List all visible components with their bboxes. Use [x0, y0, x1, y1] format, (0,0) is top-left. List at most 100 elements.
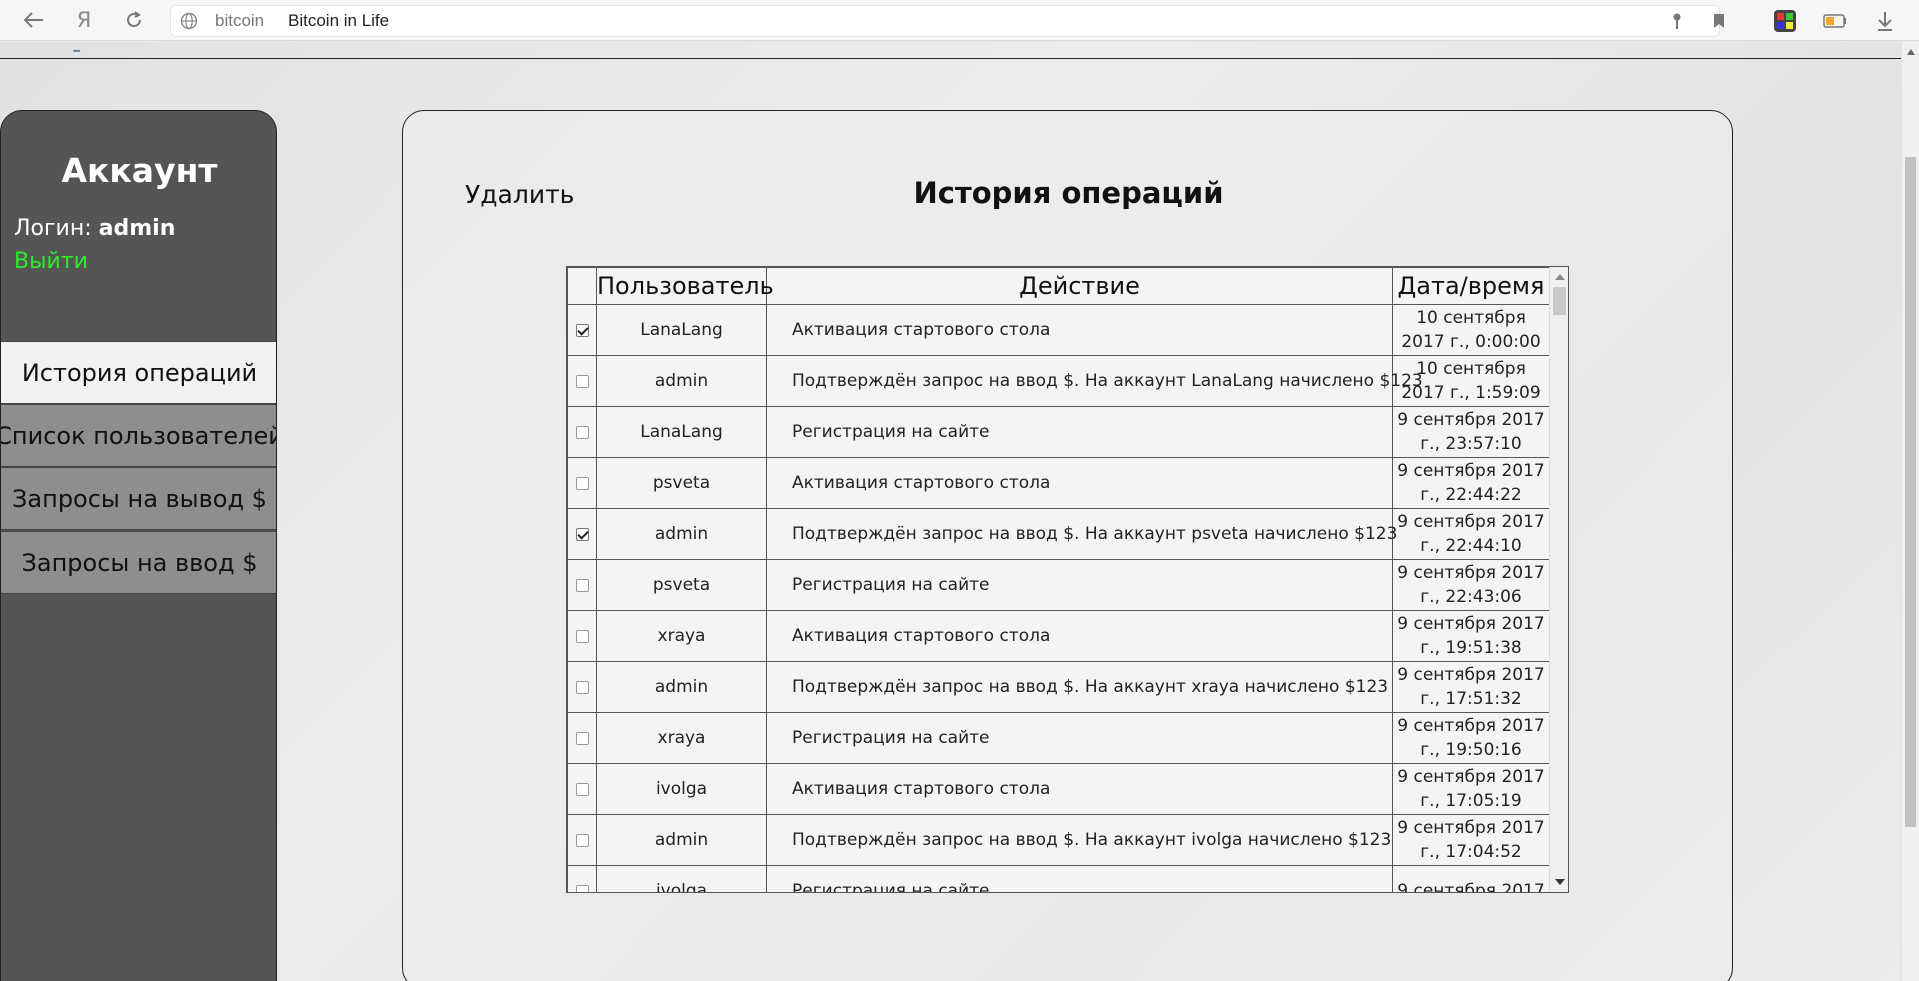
delete-button[interactable]: Удалить	[465, 180, 574, 209]
row-checkbox[interactable]	[575, 884, 589, 892]
row-action: Регистрация на сайте	[766, 712, 1393, 764]
back-arrow-icon[interactable]	[20, 6, 48, 34]
row-checkbox-cell[interactable]	[567, 457, 597, 509]
row-action: Регистрация на сайте	[766, 865, 1393, 892]
row-checkbox-cell[interactable]	[567, 763, 597, 815]
row-datetime: 9 сентября 2017 г., 22:44:10	[1392, 508, 1550, 560]
row-checkbox[interactable]	[575, 527, 589, 541]
row-user: ivolga	[596, 865, 767, 892]
key-icon[interactable]	[1668, 12, 1686, 30]
yandex-logo-icon[interactable]: Я	[70, 6, 98, 34]
row-date-line2: г., 23:57:10	[1420, 434, 1522, 454]
sidebar-item-withdraw-requests[interactable]: Запросы на вывод $	[1, 467, 276, 530]
site-header-logo-remnant: .	[70, 42, 420, 52]
header-datetime: Дата/время	[1392, 267, 1550, 305]
row-date-line1: 9 сентября 2017	[1397, 767, 1545, 787]
table-scrollbar[interactable]	[1549, 267, 1568, 892]
row-date-line2: г., 22:44:22	[1420, 485, 1522, 505]
row-user: admin	[596, 355, 767, 407]
row-user: admin	[596, 814, 767, 866]
row-checkbox-cell[interactable]	[567, 355, 597, 407]
login-label: Логин:	[14, 216, 92, 241]
row-checkbox[interactable]	[575, 833, 589, 847]
globe-icon	[180, 12, 198, 30]
row-date-line1: 10 сентября	[1416, 308, 1526, 328]
row-checkbox-cell[interactable]	[567, 712, 597, 764]
scroll-down-arrow-icon[interactable]	[1555, 879, 1565, 885]
scroll-up-arrow-icon[interactable]	[1907, 49, 1915, 55]
login-value: admin	[98, 216, 176, 241]
row-checkbox-cell[interactable]	[567, 559, 597, 611]
account-title: Аккаунт	[61, 151, 218, 190]
row-date-line1: 9 сентября 2017	[1397, 881, 1545, 893]
table-row[interactable]: admin Подтверждён запрос на ввод $. На ак…	[567, 661, 1550, 713]
header-checkbox-col	[567, 267, 597, 305]
sidebar-item-history[interactable]: История операций	[1, 341, 276, 404]
row-checkbox-cell[interactable]	[567, 661, 597, 713]
table-row[interactable]: LanaLang Активация стартового стола 10 сен…	[567, 304, 1550, 356]
sidebar-item-deposit-requests[interactable]: Запросы на ввод $	[1, 531, 276, 594]
row-datetime: 9 сентября 2017 г., 23:57:10	[1392, 406, 1550, 458]
row-datetime: 9 сентября 2017 г., 17:04:52	[1392, 814, 1550, 866]
row-checkbox-cell[interactable]	[567, 814, 597, 866]
row-checkbox-cell[interactable]	[567, 610, 597, 662]
row-date-line2: г., 22:43:06	[1420, 587, 1522, 607]
header-action: Действие	[766, 267, 1393, 305]
row-user: LanaLang	[596, 304, 767, 356]
table-row[interactable]: admin Подтверждён запрос на ввод $. На ак…	[567, 814, 1550, 866]
page-scroll-thumb[interactable]	[1905, 157, 1916, 827]
row-checkbox[interactable]	[575, 425, 589, 439]
row-date-line2: г., 17:51:32	[1420, 689, 1522, 709]
table-row[interactable]: xraya Регистрация на сайте 9 сентября 2017…	[567, 712, 1550, 764]
table-row[interactable]: psveta Регистрация на сайте 9 сентября 201…	[567, 559, 1550, 611]
row-checkbox[interactable]	[575, 374, 589, 388]
battery-icon[interactable]	[1822, 8, 1848, 34]
scroll-up-arrow-icon[interactable]	[1555, 274, 1565, 280]
page-title: История операций	[913, 176, 1224, 210]
row-checkbox-cell[interactable]	[567, 304, 597, 356]
row-checkbox[interactable]	[575, 782, 589, 796]
row-checkbox[interactable]	[575, 731, 589, 745]
bookmark-icon[interactable]	[1710, 12, 1728, 30]
reload-icon[interactable]	[120, 6, 148, 34]
row-checkbox[interactable]	[575, 476, 589, 490]
row-datetime: 9 сентября 2017 г., 22:44:22	[1392, 457, 1550, 509]
row-checkbox-cell[interactable]	[567, 865, 597, 892]
table-row[interactable]: ivolga Активация стартового стола 9 сентяб…	[567, 763, 1550, 815]
row-action: Подтверждён запрос на ввод $. На аккаунт…	[766, 814, 1393, 866]
table-row[interactable]: admin Подтверждён запрос на ввод $. На ак…	[567, 355, 1550, 407]
row-date-line1: 9 сентября 2017	[1397, 410, 1545, 430]
operations-table-container[interactable]: Пользователь Действие Дата/время LanaLan…	[566, 266, 1569, 893]
table-row[interactable]: xraya Активация стартового стола 9 сентябр…	[567, 610, 1550, 662]
login-line: Логин: admin	[14, 216, 175, 241]
row-checkbox-cell[interactable]	[567, 406, 597, 458]
header-user: Пользователь	[596, 267, 774, 305]
logout-link[interactable]: Выйти	[14, 249, 88, 274]
row-user: admin	[596, 661, 767, 713]
table-scroll-thumb[interactable]	[1553, 287, 1566, 315]
download-icon[interactable]	[1872, 8, 1898, 34]
row-checkbox-cell[interactable]	[567, 508, 597, 560]
table-row[interactable]: ivolga Регистрация на сайте 9 сентября 201…	[567, 865, 1550, 893]
page-scrollbar[interactable]	[1901, 42, 1919, 981]
row-date-line2: г., 17:05:19	[1420, 791, 1522, 811]
row-datetime: 9 сентября 2017 г., 19:50:16	[1392, 712, 1550, 764]
row-checkbox[interactable]	[575, 680, 589, 694]
row-datetime: 10 сентября 2017 г., 0:00:00	[1392, 304, 1550, 356]
row-checkbox[interactable]	[575, 629, 589, 643]
table-row[interactable]: admin Подтверждён запрос на ввод $. На ак…	[567, 508, 1550, 560]
table-row[interactable]: LanaLang Регистрация на сайте 9 сентября 2…	[567, 406, 1550, 458]
row-checkbox[interactable]	[575, 323, 589, 337]
extension-icon[interactable]	[1772, 8, 1798, 34]
row-action: Активация стартового стола	[766, 610, 1393, 662]
address-bar[interactable]: bitcoin Bitcoin in Life	[170, 5, 1724, 37]
row-date-line1: 9 сентября 2017	[1397, 512, 1545, 532]
row-datetime: 10 сентября 2017 г., 1:59:09	[1392, 355, 1550, 407]
row-user: xraya	[596, 712, 767, 764]
row-user: psveta	[596, 559, 767, 611]
row-checkbox[interactable]	[575, 578, 589, 592]
table-row[interactable]: psveta Активация стартового стола 9 сентяб…	[567, 457, 1550, 509]
sidebar-item-users[interactable]: Список пользователей	[1, 404, 276, 467]
row-action: Активация стартового стола	[766, 457, 1393, 509]
row-action: Активация стартового стола	[766, 763, 1393, 815]
